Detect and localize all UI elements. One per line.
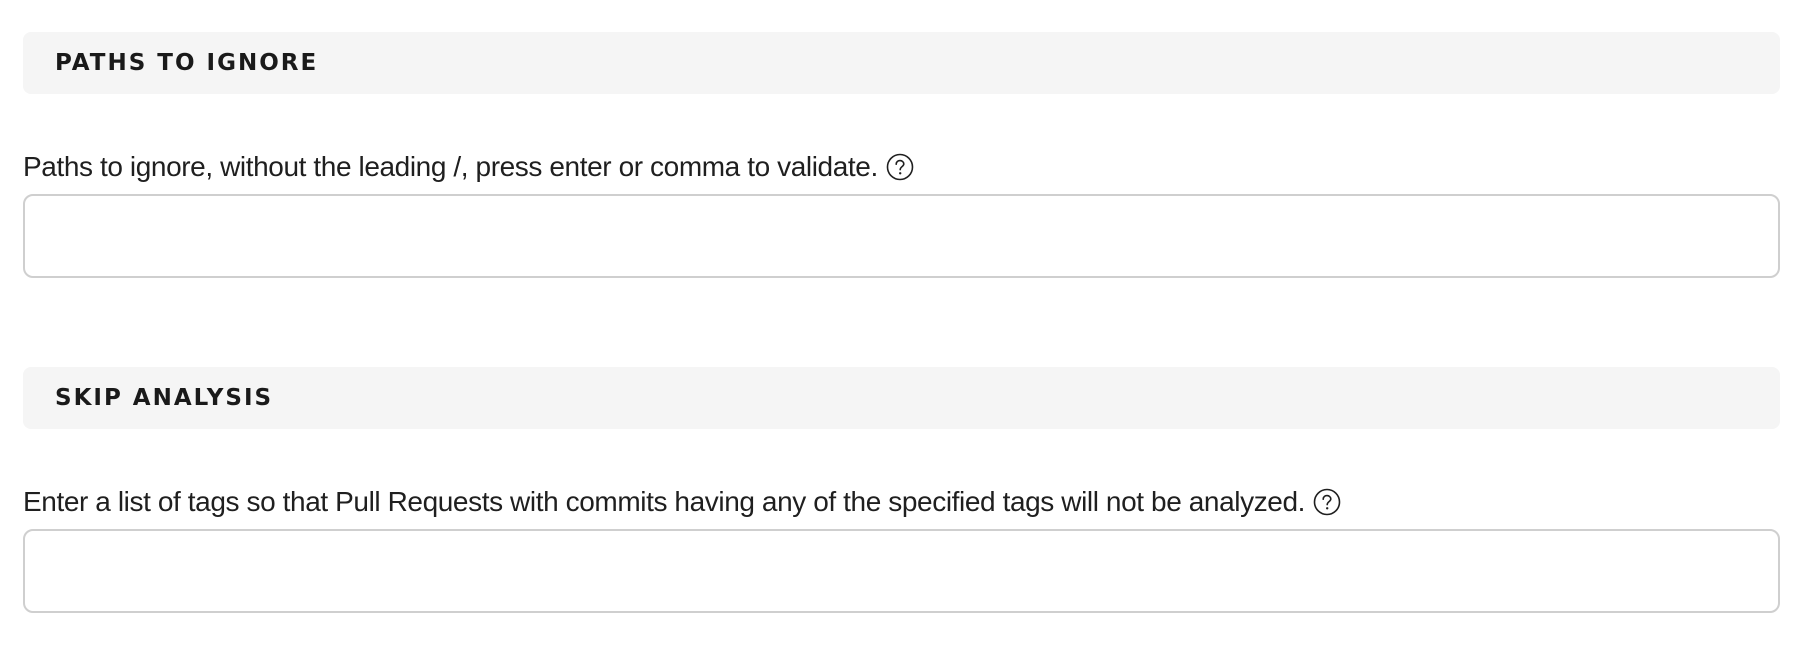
skip-analysis-tags-input[interactable] — [23, 529, 1780, 613]
section-title: PATHS TO IGNORE — [55, 50, 319, 76]
skip-analysis-section: SKIP ANALYSIS Enter a list of tags so th… — [23, 367, 1780, 613]
paths-to-ignore-header: PATHS TO IGNORE — [23, 32, 1780, 94]
paths-to-ignore-label: Paths to ignore, without the leading /, … — [23, 151, 878, 182]
paths-to-ignore-label-row: Paths to ignore, without the leading /, … — [23, 150, 1780, 184]
skip-analysis-label: Enter a list of tags so that Pull Reques… — [23, 486, 1306, 517]
skip-analysis-label-row: Enter a list of tags so that Pull Reques… — [23, 485, 1780, 519]
section-title: SKIP ANALYSIS — [55, 385, 274, 411]
settings-page: PATHS TO IGNORE Paths to ignore, without… — [0, 0, 1804, 662]
skip-analysis-header: SKIP ANALYSIS — [23, 367, 1780, 429]
paths-to-ignore-input[interactable] — [23, 194, 1780, 278]
question-circle-icon[interactable] — [886, 153, 914, 181]
question-circle-icon[interactable] — [1313, 488, 1341, 516]
paths-to-ignore-section: PATHS TO IGNORE Paths to ignore, without… — [23, 32, 1780, 278]
